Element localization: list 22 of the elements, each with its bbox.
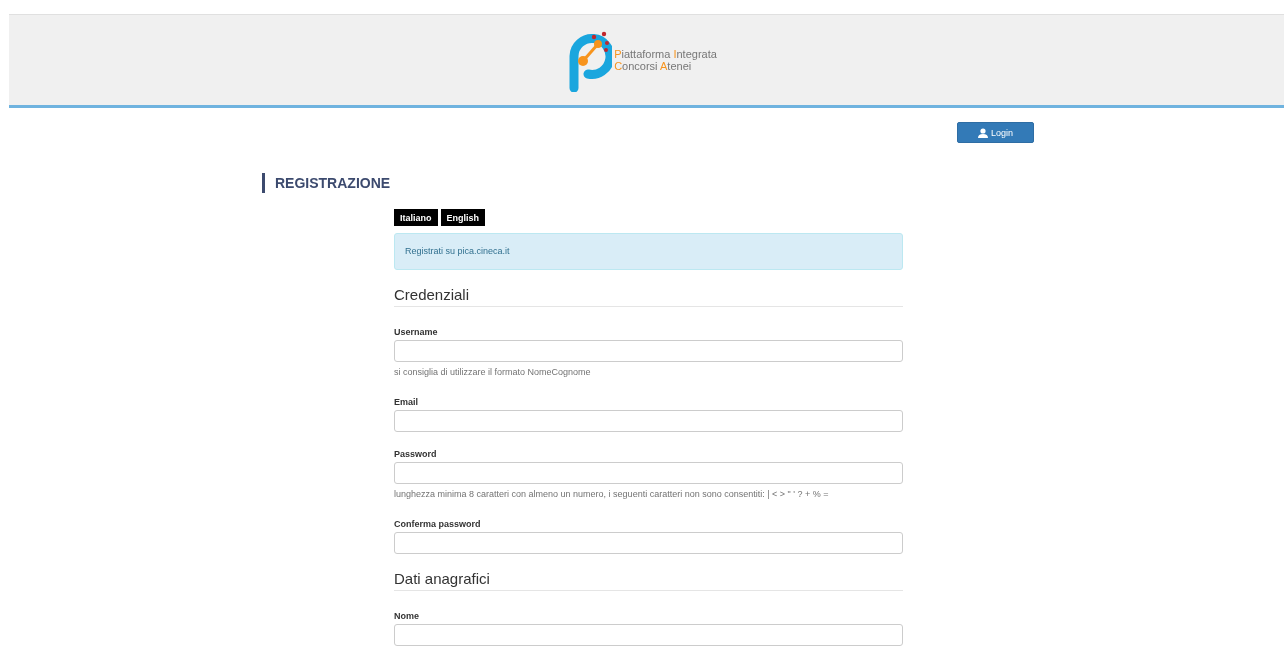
help-text: lunghezza minima 8 caratteri con almeno un numero, i seguenti caratteri non sono consentiti: | < > " ' ? + % = bbox=[394, 489, 830, 499]
field-label: Nome bbox=[394, 611, 420, 621]
info-alert: Registrati su pica.cineca.it bbox=[394, 233, 903, 270]
user-icon bbox=[978, 127, 988, 138]
language-button[interactable]: Italiano bbox=[394, 209, 438, 226]
input-field[interactable] bbox=[394, 532, 903, 554]
logo-text: Piattaforma Integrata bbox=[614, 48, 717, 60]
field-label: Password bbox=[394, 449, 438, 459]
page-title: REGISTRAZIONE bbox=[262, 173, 1284, 193]
language-button[interactable]: English bbox=[440, 209, 486, 226]
section-title: Credenziali bbox=[394, 286, 903, 307]
help-text: si consiglia di utilizzare il formato NomeCognome bbox=[394, 367, 592, 377]
field-label: Conferma password bbox=[394, 519, 482, 529]
login-button[interactable]: Login bbox=[957, 122, 1034, 143]
section-title: Dati anagrafici bbox=[394, 570, 903, 591]
input-field[interactable] bbox=[394, 462, 903, 484]
field-label: Email bbox=[394, 397, 419, 407]
field-label: Username bbox=[394, 327, 439, 337]
input-field[interactable] bbox=[394, 340, 903, 362]
logo-text: Concorsi Atenei bbox=[614, 60, 693, 72]
input-field[interactable] bbox=[394, 410, 903, 432]
input-field[interactable] bbox=[394, 624, 903, 646]
